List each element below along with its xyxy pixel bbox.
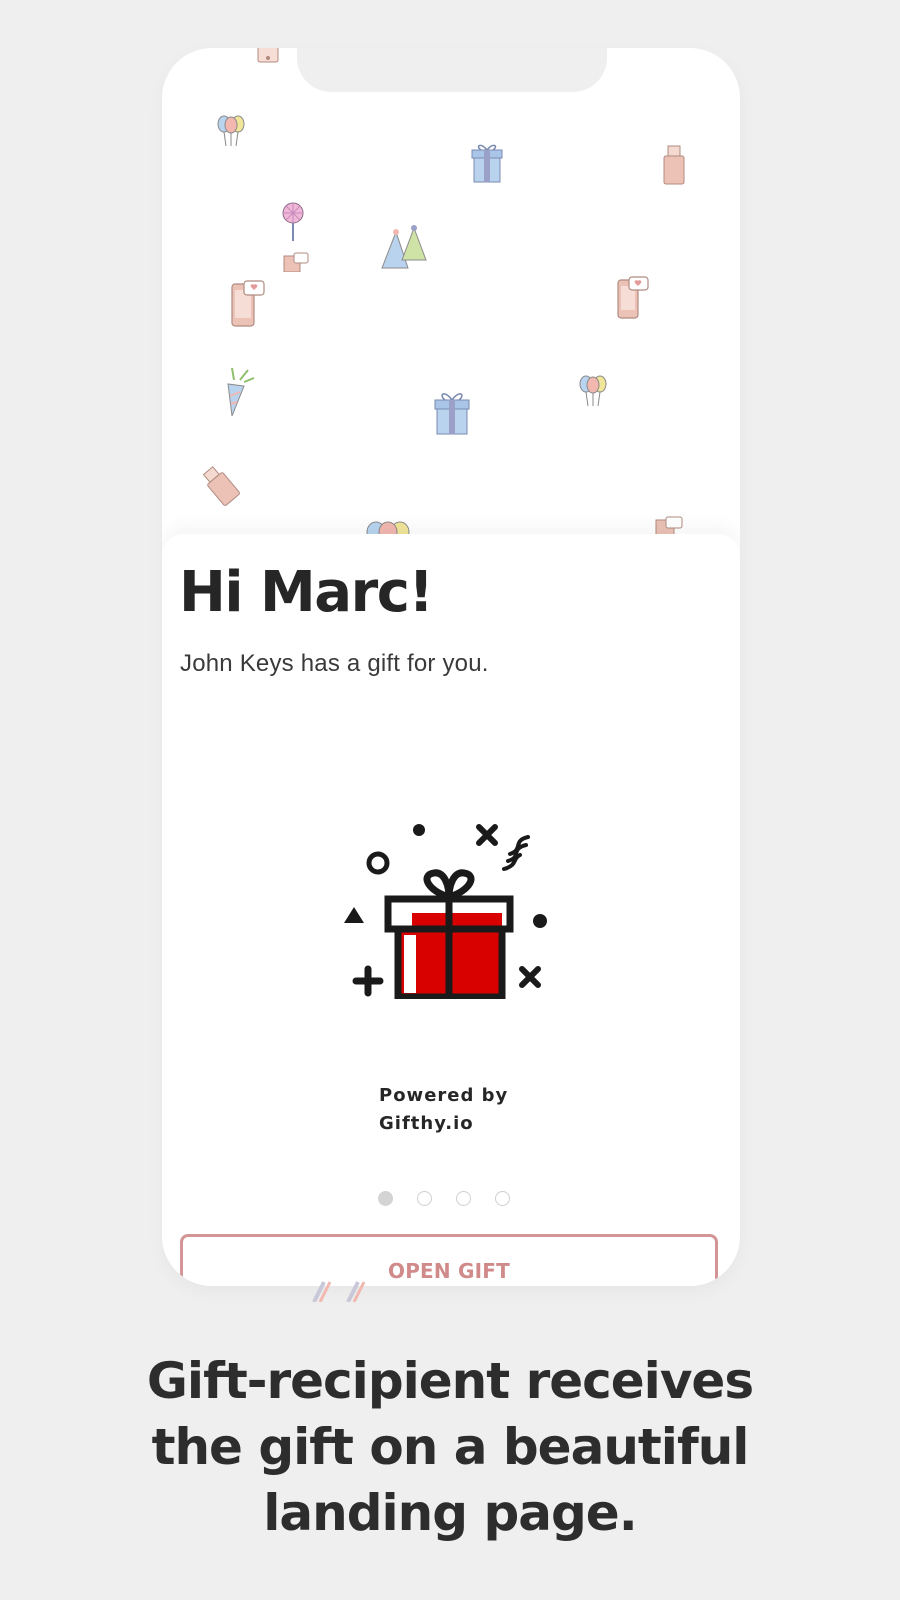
balloons-icon [579, 375, 607, 407]
powered-by-line: Powered by [379, 1085, 509, 1106]
open-gift-button[interactable]: OPEN GIFT [180, 1234, 718, 1286]
phone-frame: Hi Marc! John Keys has a gift for you. P… [162, 48, 740, 1286]
phone-notch [297, 48, 607, 92]
powered-by-brand: Gifthy.io [379, 1113, 474, 1134]
lollipop-icon [282, 202, 304, 241]
powered-by-label: Powered by Gifthy.io [379, 1082, 539, 1138]
caption-line-1: Gift-recipient receives [146, 1352, 754, 1410]
phone-heart-icon [231, 280, 265, 327]
carousel-dot-3[interactable] [456, 1191, 471, 1206]
gift-box-icon [471, 144, 503, 183]
party-pattern-background [162, 48, 740, 548]
caption-line-2: the gift on a beautiful [151, 1418, 750, 1476]
ribbon-streamers-icon [312, 1281, 366, 1302]
carousel-dots [378, 1191, 510, 1211]
carousel-dot-4[interactable] [495, 1191, 510, 1206]
carousel-dot-1[interactable] [378, 1191, 393, 1206]
usb-drive-icon [663, 145, 685, 185]
party-hats-icon [381, 225, 427, 269]
gift-box-icon [344, 824, 547, 999]
balloons-icon [217, 115, 245, 147]
carousel-dot-2[interactable] [417, 1191, 432, 1206]
party-popper-icon [227, 367, 255, 417]
gift-card-sheet: Hi Marc! John Keys has a gift for you. P… [162, 534, 740, 1286]
caption: Gift-recipient receives the gift on a be… [0, 1348, 900, 1546]
usb-drive-icon [202, 466, 240, 506]
usb-drive-icon [257, 48, 279, 63]
greeting-title: Hi Marc! [179, 560, 434, 625]
phone-heart-icon [283, 252, 309, 272]
gift-message: John Keys has a gift for you. [180, 650, 489, 677]
gift-box-icon [434, 393, 470, 435]
phone-heart-icon [617, 276, 649, 319]
caption-line-3: landing page. [263, 1484, 637, 1542]
